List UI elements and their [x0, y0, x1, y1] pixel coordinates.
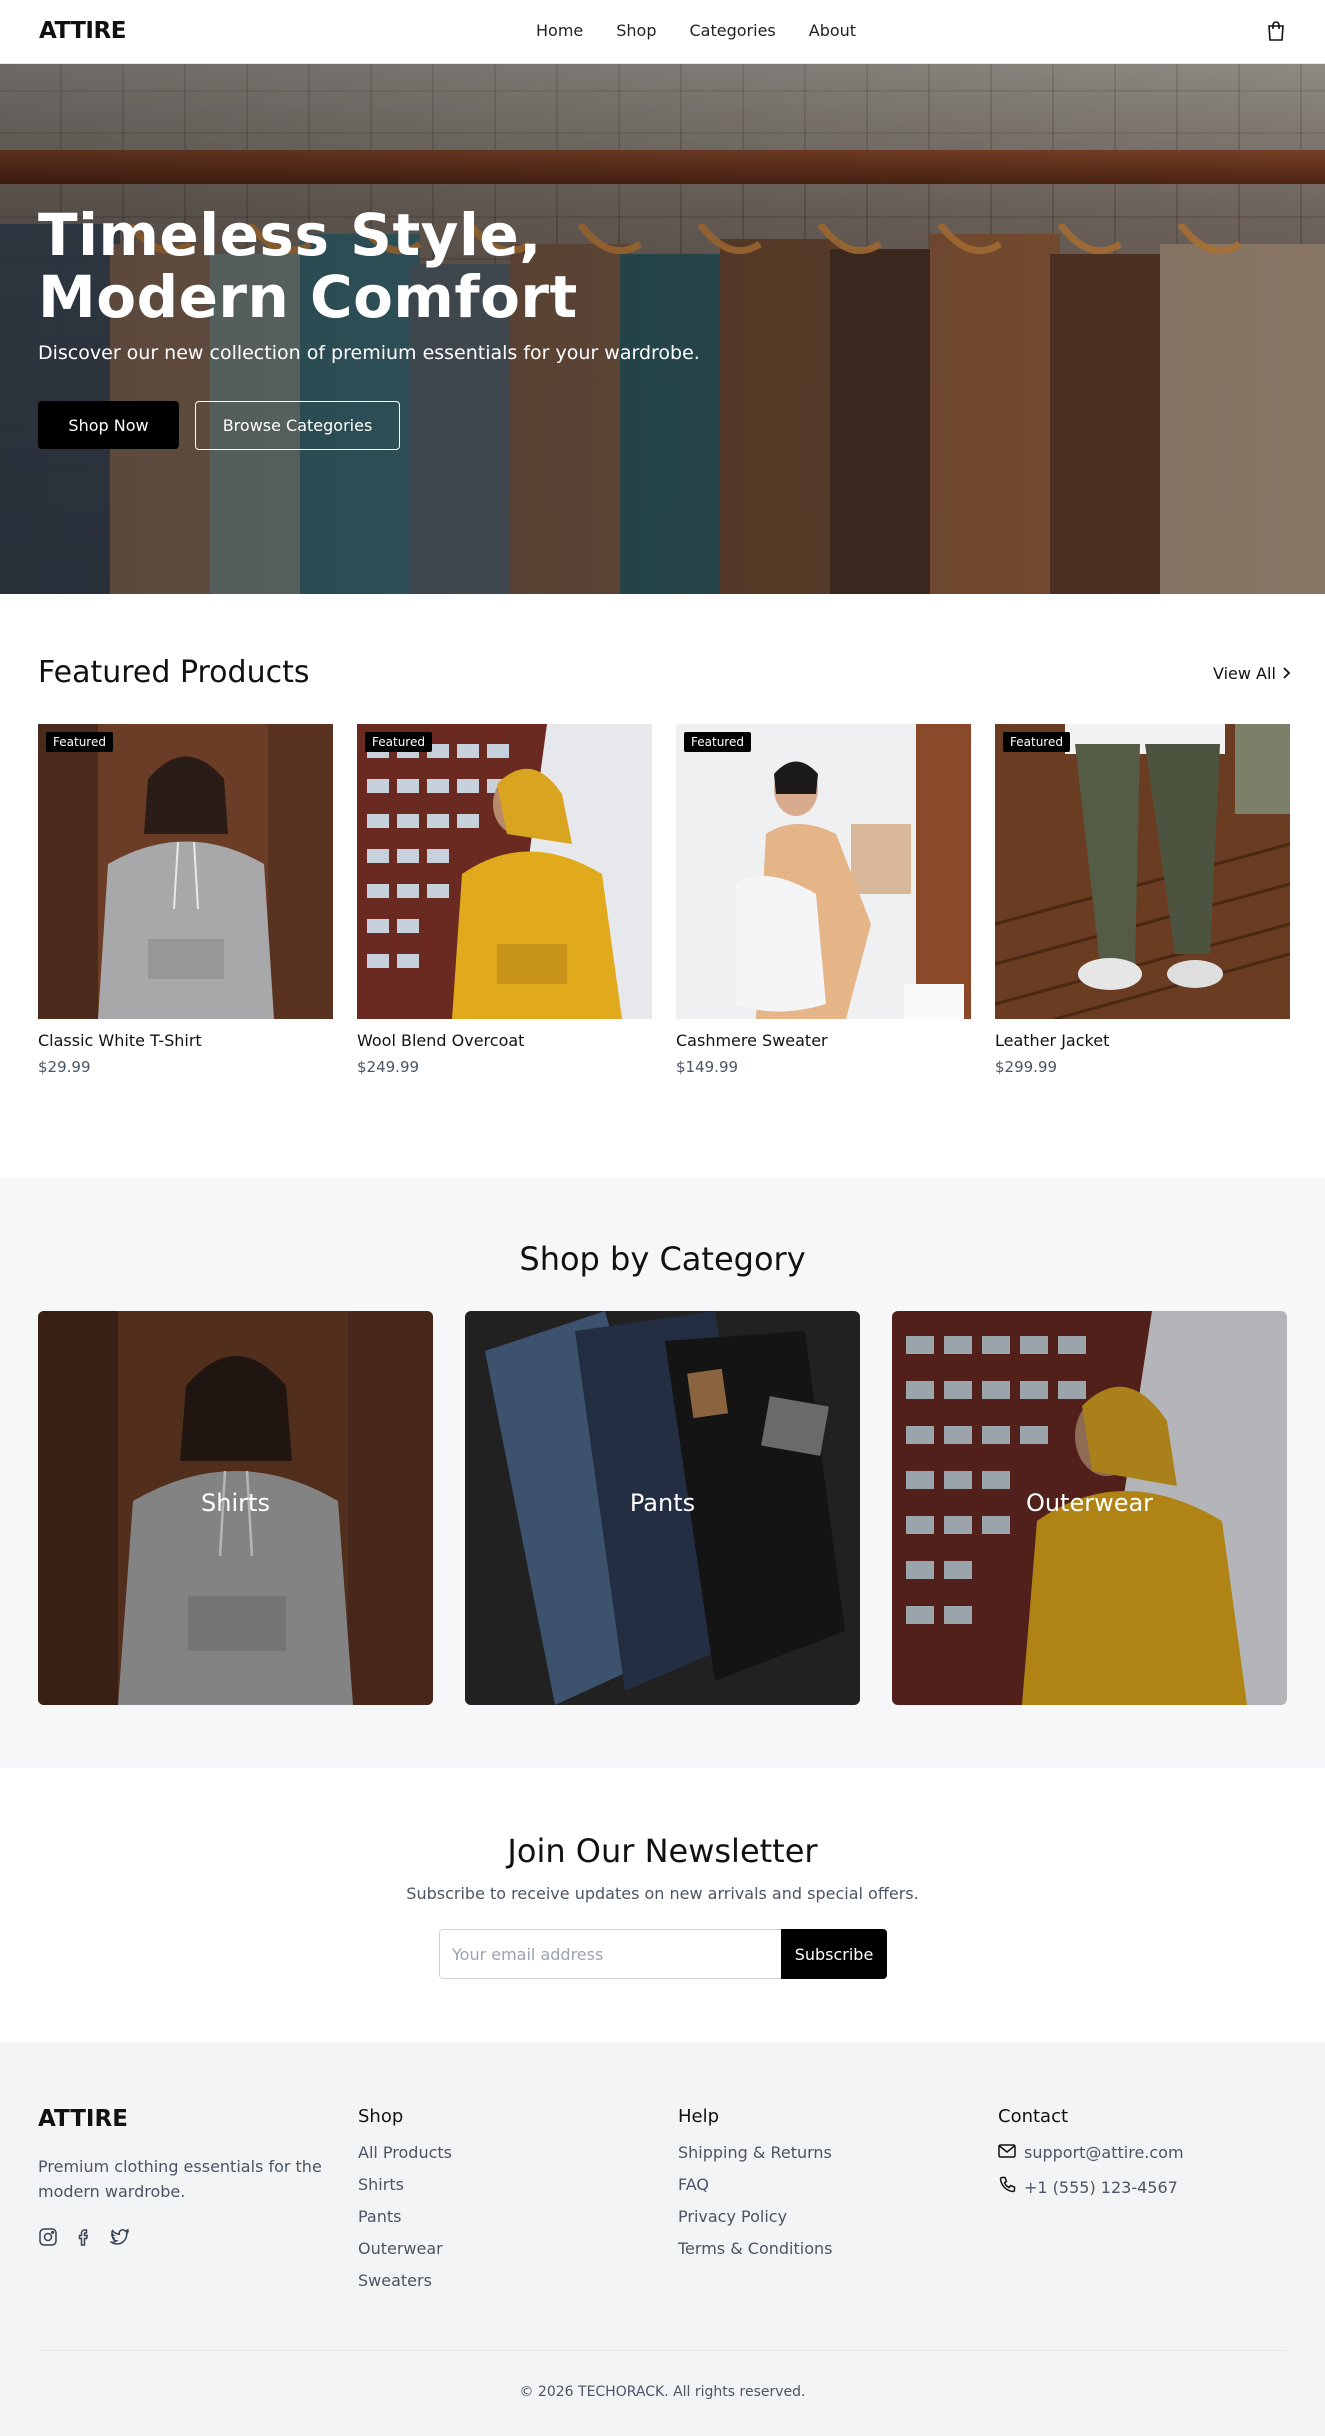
nav-categories[interactable]: Categories [690, 21, 776, 40]
product-name[interactable]: Wool Blend Overcoat [357, 1031, 652, 1050]
footer-contact-title: Contact [998, 2106, 1069, 2127]
footer-help-title: Help [678, 2106, 720, 2127]
footer-description: Premium clothing essentials for the mode… [38, 2157, 322, 2201]
nav-about[interactable]: About [809, 21, 856, 40]
footer-link-pants[interactable]: Pants [358, 2207, 452, 2226]
footer-logo[interactable]: ATTIRE [38, 2106, 128, 2132]
category-grid: Shirts Pants Outerwear [38, 1311, 1287, 1705]
newsletter-title: Join Our Newsletter [507, 1832, 818, 1870]
product-price: $29.99 [38, 1058, 91, 1076]
category-title: Shop by Category [519, 1240, 806, 1278]
featured-badge: Featured [365, 732, 432, 752]
footer-link-shipping-returns[interactable]: Shipping & Returns [678, 2143, 832, 2162]
hero-banner: Timeless Style, Modern Comfort [0, 64, 1325, 594]
product-name[interactable]: Cashmere Sweater [676, 1031, 971, 1050]
subscribe-button[interactable]: Subscribe [781, 1929, 887, 1979]
shopping-bag-icon[interactable] [1266, 20, 1286, 42]
category-card-pants[interactable]: Pants [465, 1311, 860, 1705]
hero-subtitle: Discover our new collection of premium e… [38, 342, 700, 364]
mail-icon [998, 2143, 1016, 2162]
footer-divider [38, 2350, 1287, 2351]
facebook-icon[interactable] [74, 2227, 94, 2247]
footer-link-faq[interactable]: FAQ [678, 2175, 832, 2194]
product-image[interactable]: Featured [357, 724, 652, 1019]
hero-title: Timeless Style, Modern Comfort [38, 204, 738, 328]
contact-phone: +1 (555) 123-4567 [1024, 2177, 1178, 2197]
product-price: $149.99 [676, 1058, 739, 1076]
nav-shop[interactable]: Shop [616, 21, 656, 40]
footer-link-shirts[interactable]: Shirts [358, 2175, 452, 2194]
footer-link-all-products[interactable]: All Products [358, 2143, 452, 2162]
product-image[interactable]: Featured [995, 724, 1290, 1019]
main-nav: Home Shop Categories About [536, 21, 856, 40]
instagram-icon[interactable] [38, 2227, 58, 2247]
contact-email: support@attire.com [1024, 2143, 1184, 2162]
footer-link-outerwear[interactable]: Outerwear [358, 2239, 452, 2258]
footer-link-privacy-policy[interactable]: Privacy Policy [678, 2207, 832, 2226]
contact-email-row[interactable]: support@attire.com [998, 2143, 1184, 2162]
product-image[interactable]: Featured [676, 724, 971, 1019]
newsletter-form: Subscribe [439, 1929, 887, 1979]
featured-products-title: Featured Products [38, 655, 310, 690]
social-links [38, 2227, 130, 2247]
view-all-label: View All [1213, 664, 1276, 683]
featured-badge: Featured [46, 732, 113, 752]
product-card[interactable]: Featured Classic White T-Shirt $29.99 [38, 724, 333, 1076]
product-card[interactable]: Featured Leather Jacket $299.99 [995, 724, 1290, 1076]
newsletter-subtitle: Subscribe to receive updates on new arri… [406, 1884, 919, 1903]
site-header: ATTIRE Home Shop Categories About [0, 0, 1325, 64]
product-card[interactable]: Featured Cashmere Sweater $149.99 [676, 724, 971, 1076]
category-label: Shirts [201, 1489, 270, 1517]
twitter-icon[interactable] [108, 2227, 130, 2247]
view-all-link[interactable]: View All [1213, 664, 1291, 683]
phone-icon [998, 2176, 1016, 2198]
category-card-outerwear[interactable]: Outerwear [892, 1311, 1287, 1705]
footer-shop-column: Shop All Products Shirts Pants Outerwear… [358, 2106, 452, 2303]
site-footer: ATTIRE Premium clothing essentials for t… [0, 2042, 1325, 2436]
footer-help-column: Help Shipping & Returns FAQ Privacy Poli… [678, 2106, 832, 2271]
featured-badge: Featured [1003, 732, 1070, 752]
browse-categories-button[interactable]: Browse Categories [195, 401, 400, 450]
featured-badge: Featured [684, 732, 751, 752]
logo[interactable]: ATTIRE [39, 18, 126, 44]
featured-products-grid: Featured Classic White T-Shirt $29.99 Fe… [38, 724, 1290, 1076]
footer-contact-column: Contact support@attire.com +1 (555) 123-… [998, 2106, 1184, 2212]
nav-home[interactable]: Home [536, 21, 583, 40]
footer-shop-title: Shop [358, 2106, 404, 2127]
chevron-right-icon [1282, 664, 1291, 683]
product-name[interactable]: Leather Jacket [995, 1031, 1290, 1050]
product-name[interactable]: Classic White T-Shirt [38, 1031, 333, 1050]
copyright-text: © 2026 TECHORACK. All rights reserved. [519, 2384, 806, 2400]
contact-phone-row[interactable]: +1 (555) 123-4567 [998, 2176, 1184, 2198]
product-image[interactable]: Featured [38, 724, 333, 1019]
footer-link-sweaters[interactable]: Sweaters [358, 2271, 452, 2290]
hero-title-line1: Timeless Style, [38, 201, 542, 269]
footer-link-terms[interactable]: Terms & Conditions [678, 2239, 832, 2258]
product-card[interactable]: Featured Wool Blend Overcoat $249.99 [357, 724, 652, 1076]
product-price: $249.99 [357, 1058, 420, 1076]
category-card-shirts[interactable]: Shirts [38, 1311, 433, 1705]
category-label: Outerwear [1025, 1489, 1154, 1517]
email-input[interactable] [439, 1929, 781, 1979]
shop-now-button[interactable]: Shop Now [38, 401, 179, 449]
product-price: $299.99 [995, 1058, 1058, 1076]
hero-title-line2: Modern Comfort [38, 263, 578, 331]
category-section: Shop by Category Shirts Pants Outerwear [0, 1178, 1325, 1768]
category-label: Pants [629, 1489, 696, 1517]
